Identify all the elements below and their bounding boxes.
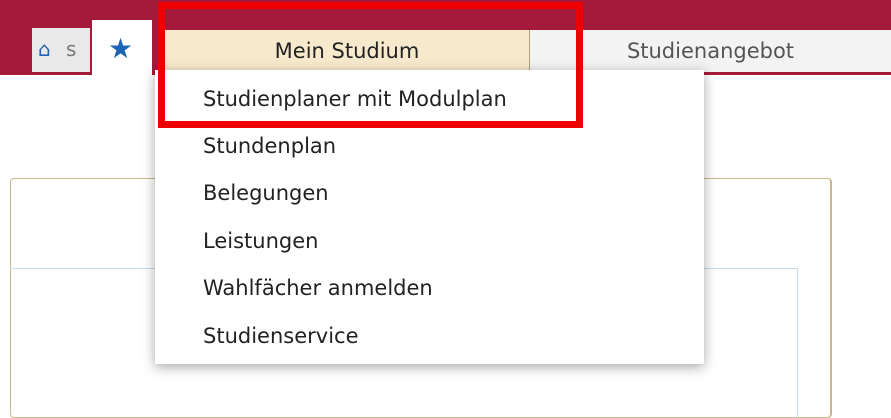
menu-item-stundenplan[interactable]: Stundenplan (203, 126, 336, 166)
menu-item-belegungen[interactable]: Belegungen (203, 173, 329, 213)
home-nav-label: s (66, 37, 77, 61)
menu-item-studienservice[interactable]: Studienservice (203, 316, 359, 356)
star-icon[interactable]: ★ (108, 34, 133, 64)
tab-studienangebot-label[interactable]: Studienangebot (530, 30, 891, 72)
menu-item-wahlfaecher-anmelden[interactable]: Wahlfächer anmelden (203, 268, 433, 308)
menu-item-leistungen[interactable]: Leistungen (203, 221, 318, 261)
home-icon[interactable]: ⌂ (38, 38, 64, 60)
red-highlight-box (158, 2, 583, 128)
